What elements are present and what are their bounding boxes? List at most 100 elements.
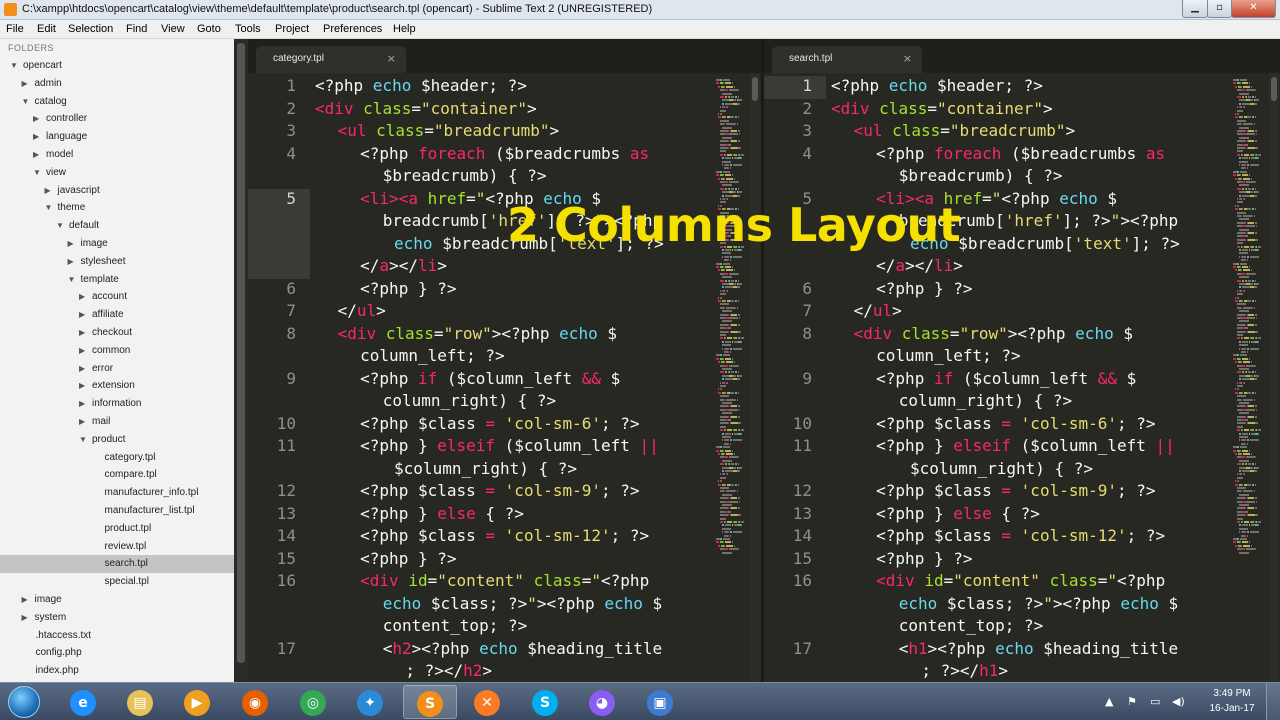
menu-help[interactable]: Help xyxy=(393,23,416,35)
menu-preferences[interactable]: Preferences xyxy=(323,23,382,35)
minimize-button[interactable]: ▁ xyxy=(1182,0,1208,18)
collapsed-arrow-icon[interactable]: ▶ xyxy=(79,377,85,395)
collapsed-arrow-icon[interactable]: ▶ xyxy=(22,75,28,93)
collapsed-arrow-icon[interactable]: ▶ xyxy=(79,395,85,413)
taskbar-firefox[interactable]: ◉ xyxy=(229,685,283,719)
taskbar-skype[interactable]: S xyxy=(519,685,573,719)
folder-item[interactable]: ▶ affiliate xyxy=(0,306,234,324)
expanded-arrow-icon[interactable]: ▼ xyxy=(68,271,76,289)
sidebar-scrollbar[interactable] xyxy=(234,39,248,682)
minimap[interactable] xyxy=(715,73,749,682)
expanded-arrow-icon[interactable]: ▼ xyxy=(33,164,41,182)
collapsed-arrow-icon[interactable]: ▶ xyxy=(79,288,85,306)
collapsed-arrow-icon[interactable]: ▶ xyxy=(33,128,39,146)
menu-goto[interactable]: Goto xyxy=(197,23,221,35)
volume-icon[interactable]: ◀) xyxy=(1172,695,1185,708)
folder-item[interactable]: ▶ image xyxy=(0,235,234,253)
editor-scrollbar[interactable] xyxy=(750,73,760,682)
tray-expand-icon[interactable]: ▲ xyxy=(1105,695,1113,708)
folder-item[interactable]: ▶ admin xyxy=(0,75,234,93)
folder-item[interactable]: ▼ view xyxy=(0,164,234,182)
taskbar-internet-explorer[interactable]: e xyxy=(57,685,111,719)
editor-scroll-thumb[interactable] xyxy=(752,77,758,101)
collapsed-arrow-icon[interactable]: ▶ xyxy=(22,609,28,627)
folder-item[interactable]: ▶ image xyxy=(0,591,234,609)
expanded-arrow-icon[interactable]: ▼ xyxy=(10,57,18,75)
file-item[interactable]: category.tpl xyxy=(0,449,234,467)
taskbar-cat-app[interactable]: ◕ xyxy=(576,685,630,719)
sidebar-scroll-thumb[interactable] xyxy=(237,43,245,663)
show-desktop-button[interactable] xyxy=(1266,683,1280,720)
taskbar-chrome[interactable]: ◎ xyxy=(287,685,341,719)
file-item[interactable]: search.tpl xyxy=(0,555,234,574)
maximize-button[interactable]: ▫ xyxy=(1207,0,1232,18)
file-item[interactable]: product.tpl xyxy=(0,520,234,538)
clock-date[interactable]: 16-Jan-17 xyxy=(1204,703,1260,714)
collapsed-arrow-icon[interactable]: ▶ xyxy=(68,253,74,271)
menu-file[interactable]: File xyxy=(6,23,24,35)
taskbar-sublime-text[interactable]: S xyxy=(403,685,457,719)
folder-item[interactable]: ▶ stylesheet xyxy=(0,253,234,271)
folder-item[interactable]: ▶ error xyxy=(0,360,234,378)
folder-item[interactable]: ▶ system xyxy=(0,609,234,627)
taskbar-safari[interactable]: ✦ xyxy=(344,685,398,719)
folder-item[interactable]: ▶ account xyxy=(0,288,234,306)
folder-item[interactable]: ▶ extension xyxy=(0,377,234,395)
folder-item[interactable]: ▶ controller xyxy=(0,110,234,128)
action-center-icon[interactable]: ⚑ xyxy=(1127,695,1137,708)
file-item[interactable]: special.tpl xyxy=(0,573,234,591)
start-button[interactable] xyxy=(3,684,47,720)
folder-item[interactable]: ▼ theme xyxy=(0,199,234,217)
collapsed-arrow-icon[interactable]: ▶ xyxy=(79,306,85,324)
file-item[interactable]: manufacturer_list.tpl xyxy=(0,502,234,520)
file-item[interactable]: review.tpl xyxy=(0,538,234,556)
folder-item[interactable]: ▼ product xyxy=(0,431,234,449)
menu-selection[interactable]: Selection xyxy=(68,23,113,35)
editor-scrollbar[interactable] xyxy=(1269,73,1279,682)
file-item[interactable]: config.php xyxy=(0,644,234,662)
collapsed-arrow-icon[interactable]: ▶ xyxy=(79,413,85,431)
collapsed-arrow-icon[interactable]: ▶ xyxy=(79,342,85,360)
collapsed-arrow-icon[interactable]: ▶ xyxy=(79,324,85,342)
taskbar-media-player[interactable]: ▶ xyxy=(171,685,225,719)
network-icon[interactable]: ▭ xyxy=(1150,695,1160,708)
menu-tools[interactable]: Tools xyxy=(235,23,261,35)
expanded-arrow-icon[interactable]: ▼ xyxy=(79,431,87,449)
clock-time[interactable]: 3:49 PM xyxy=(1209,688,1255,699)
close-button[interactable]: ✕ xyxy=(1231,0,1276,18)
file-item[interactable]: manufacturer_info.tpl xyxy=(0,484,234,502)
collapsed-arrow-icon[interactable]: ▶ xyxy=(33,146,39,164)
tab-close-icon[interactable]: × xyxy=(387,52,396,65)
menu-edit[interactable]: Edit xyxy=(37,23,56,35)
taskbar-file-explorer[interactable]: ▤ xyxy=(114,685,168,719)
file-item[interactable]: compare.tpl xyxy=(0,466,234,484)
folder-item[interactable]: ▶ common xyxy=(0,342,234,360)
menu-view[interactable]: View xyxy=(161,23,185,35)
folder-item[interactable]: ▼ template xyxy=(0,271,234,289)
code-area[interactable]: 1 <?php echo $header; ?> 2 <div class="cont… xyxy=(248,73,761,682)
file-item[interactable]: index.php xyxy=(0,662,234,680)
folder-item[interactable]: ▼ default xyxy=(0,217,234,235)
collapsed-arrow-icon[interactable]: ▶ xyxy=(33,110,39,128)
folder-item[interactable]: ▶ model xyxy=(0,146,234,164)
expanded-arrow-icon[interactable]: ▼ xyxy=(56,217,64,235)
taskbar-xampp[interactable]: ✕ xyxy=(461,685,515,719)
folder-item[interactable]: ▶ javascript xyxy=(0,182,234,200)
folder-item[interactable]: ▶ checkout xyxy=(0,324,234,342)
folder-item[interactable]: ▶ information xyxy=(0,395,234,413)
collapsed-arrow-icon[interactable]: ▶ xyxy=(22,591,28,609)
editor-scroll-thumb[interactable] xyxy=(1271,77,1277,101)
tab-category-tpl[interactable]: category.tpl × xyxy=(256,46,406,73)
minimap[interactable] xyxy=(1232,73,1266,682)
code-area[interactable]: 1 <?php echo $header; ?> 2 <div class="cont… xyxy=(764,73,1280,682)
expanded-arrow-icon[interactable]: ▼ xyxy=(22,93,30,111)
file-item[interactable]: .htaccess.txt xyxy=(0,627,234,645)
tab-close-icon[interactable]: × xyxy=(903,52,912,65)
folder-item[interactable]: ▶ language xyxy=(0,128,234,146)
collapsed-arrow-icon[interactable]: ▶ xyxy=(79,360,85,378)
menu-project[interactable]: Project xyxy=(275,23,309,35)
taskbar-remote-desktop[interactable]: ▣ xyxy=(634,685,688,719)
folder-item[interactable]: ▼ opencart xyxy=(0,57,234,75)
collapsed-arrow-icon[interactable]: ▶ xyxy=(45,182,51,200)
expanded-arrow-icon[interactable]: ▼ xyxy=(45,199,53,217)
